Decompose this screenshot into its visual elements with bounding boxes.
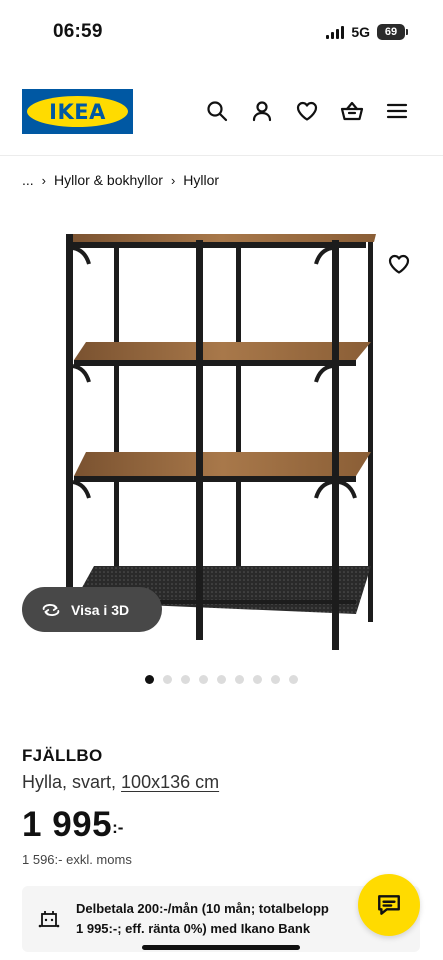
carousel-dot[interactable] — [217, 675, 226, 684]
carousel-dot[interactable] — [199, 675, 208, 684]
carousel-dot[interactable] — [163, 675, 172, 684]
chevron-right-icon: › — [170, 172, 176, 188]
carousel-dot[interactable] — [145, 675, 154, 684]
product-size-link[interactable]: 100x136 cm — [121, 772, 219, 792]
breadcrumb-item-hyllor[interactable]: Hyllor — [183, 172, 219, 188]
product-gallery[interactable]: Visa i 3D — [0, 214, 443, 664]
price-excl-vat: 1 596:- exkl. moms — [22, 852, 132, 867]
financing-line-2: 1 995:-; eff. ränta 0%) med Ikano Bank — [76, 921, 311, 936]
battery-icon: 69 — [377, 24, 408, 40]
basket-icon[interactable] — [339, 98, 365, 124]
status-time: 06:59 — [53, 21, 103, 42]
account-icon[interactable] — [249, 98, 275, 124]
heart-icon[interactable] — [294, 98, 320, 124]
chat-icon — [378, 895, 400, 915]
carousel-dot[interactable] — [253, 675, 262, 684]
rotate-3d-icon — [42, 603, 60, 616]
header-divider — [0, 155, 443, 156]
view-in-3d-button[interactable]: Visa i 3D — [22, 587, 162, 632]
product-type: Hylla, svart, — [22, 772, 117, 792]
product-name: FJÄLLBO — [22, 746, 103, 765]
chat-button[interactable] — [358, 874, 420, 936]
carousel-dot[interactable] — [235, 675, 244, 684]
logo-oval: IKEA — [27, 96, 128, 127]
add-to-wishlist-heart-icon[interactable] — [387, 252, 411, 276]
product-price: 1 995 :- — [22, 805, 123, 845]
carousel-dot[interactable] — [289, 675, 298, 684]
product-description: Hylla, svart, 100x136 cm — [22, 772, 219, 793]
breadcrumb: ... › Hyllor & bokhyllor › Hyllor — [22, 172, 219, 188]
financing-line-1: Delbetala 200:-/mån (10 mån; totalbelopp — [76, 901, 329, 916]
price-main: 1 995 — [22, 805, 113, 844]
price-suffix: :- — [112, 818, 124, 837]
home-indicator — [142, 945, 300, 950]
logo-text: IKEA — [49, 99, 106, 124]
installment-icon — [38, 911, 60, 928]
carousel-indicator[interactable] — [145, 675, 298, 684]
carousel-dot[interactable] — [181, 675, 190, 684]
signal-icon — [326, 25, 345, 39]
breadcrumb-ellipsis[interactable]: ... — [22, 172, 34, 188]
financing-text: Delbetala 200:-/mån (10 mån; totalbelopp… — [76, 899, 371, 939]
ikea-logo[interactable]: IKEA — [22, 89, 133, 134]
search-icon[interactable] — [204, 98, 230, 124]
network-type: 5G — [351, 24, 370, 40]
chevron-right-icon: › — [41, 172, 47, 188]
view-in-3d-label: Visa i 3D — [71, 601, 130, 618]
carousel-dot[interactable] — [271, 675, 280, 684]
status-bar: 06:59 5G 69 — [0, 0, 443, 62]
status-indicators: 5G 69 — [326, 24, 408, 40]
site-header: IKEA — [0, 88, 443, 136]
breadcrumb-item-hyllor-bokhyllor[interactable]: Hyllor & bokhyllor — [54, 172, 163, 188]
menu-icon[interactable] — [384, 98, 410, 124]
